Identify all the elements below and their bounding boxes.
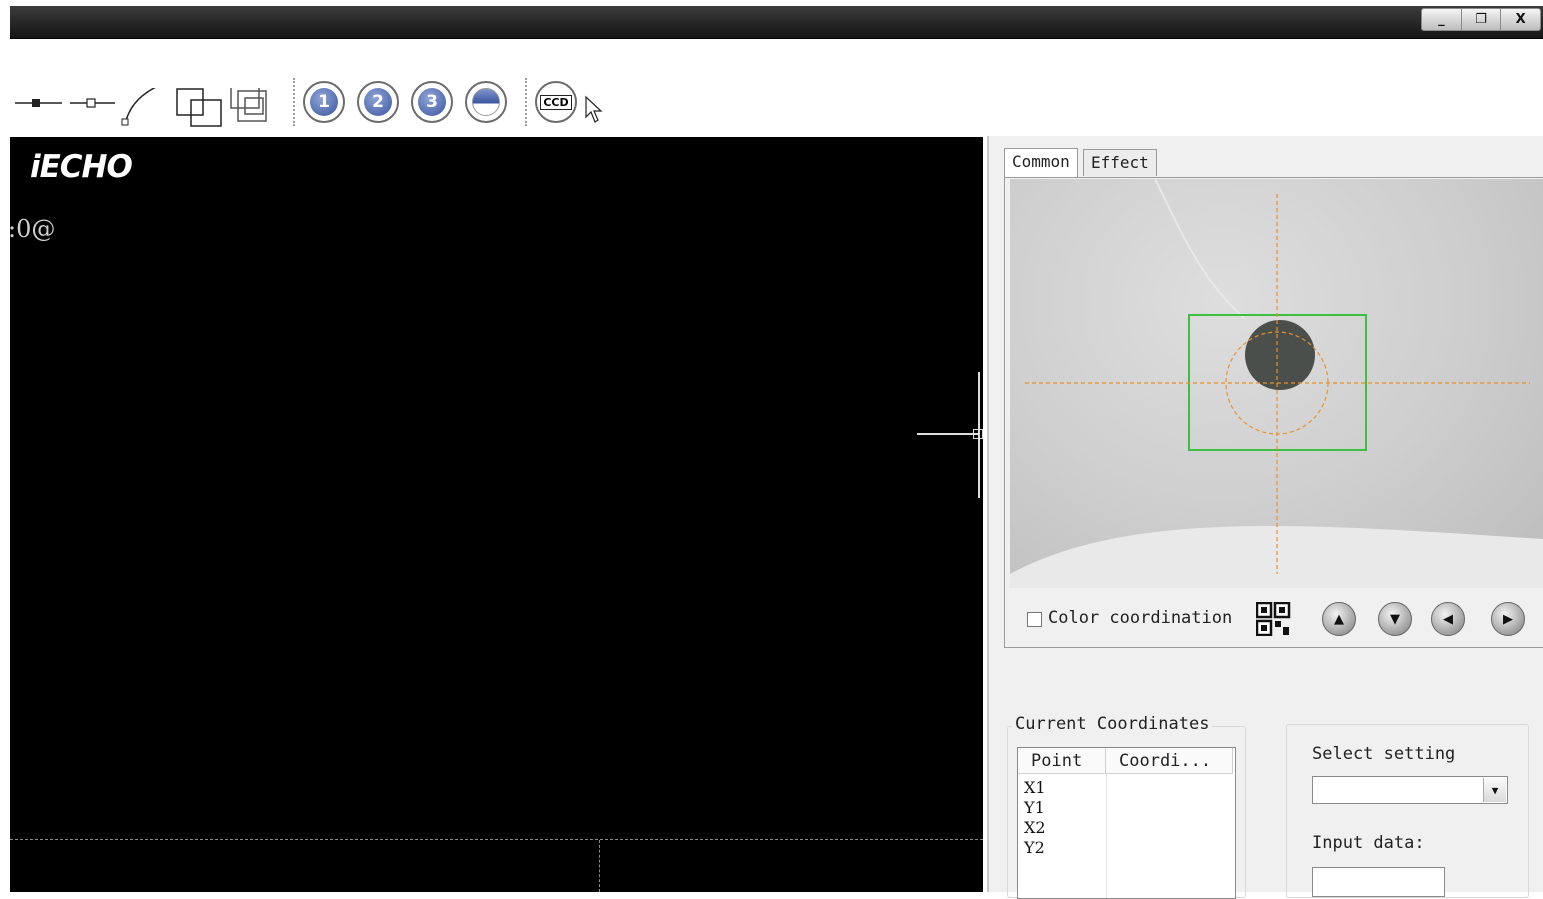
color-coordination-checkbox[interactable]: [1027, 612, 1042, 627]
restore-button[interactable]: ❐: [1462, 9, 1502, 30]
mark-point-3-button[interactable]: 3: [411, 81, 453, 123]
title-bar: _ ❐ X: [10, 6, 1543, 39]
move-down-button[interactable]: ▼: [1378, 602, 1412, 636]
chevron-down-icon[interactable]: ▼: [1483, 778, 1506, 802]
curve-icon[interactable]: [121, 88, 164, 126]
camera-panel: Common Effect Color coordination ▲ ▼ ◀ ▶…: [987, 136, 1543, 899]
drawing-canvas[interactable]: iECHO :0@: [8, 137, 983, 892]
nested-shape-icon[interactable]: [230, 88, 267, 122]
right-arrow-icon: ▶: [1503, 611, 1513, 627]
qr-code-icon[interactable]: [1256, 602, 1292, 636]
number-1-icon: 1: [310, 88, 338, 116]
close-button[interactable]: X: [1501, 9, 1540, 30]
select-setting-label: Select setting: [1312, 744, 1456, 764]
color-coordination-label: Color coordination: [1048, 608, 1233, 628]
command-text: :0@: [8, 215, 56, 243]
line-solid-node-icon[interactable]: [15, 99, 62, 107]
tab-common[interactable]: Common: [1004, 148, 1078, 177]
table-row[interactable]: Y2: [1018, 838, 1045, 858]
ccd-button[interactable]: CCD: [535, 81, 577, 123]
coordinates-table[interactable]: Point Coordi... X1 Y1 X2 Y2: [1017, 747, 1236, 899]
canvas-crosshair: [917, 433, 980, 435]
union-shape-icon[interactable]: [176, 88, 222, 127]
canvas-crosshair-box: [973, 429, 983, 439]
move-left-button[interactable]: ◀: [1431, 602, 1465, 636]
move-up-button[interactable]: ▲: [1322, 602, 1356, 636]
mark-circle-button[interactable]: [465, 81, 507, 123]
camera-overlay: [1010, 179, 1543, 588]
mark-point-2-button[interactable]: 2: [357, 81, 399, 123]
up-arrow-icon: ▲: [1334, 611, 1344, 627]
drawing-tools: [15, 88, 267, 127]
current-coordinates-title: Current Coordinates: [1012, 714, 1213, 734]
column-header-point[interactable]: Point: [1018, 748, 1106, 774]
column-divider: [1106, 774, 1107, 898]
mouse-cursor-icon: [585, 95, 603, 123]
toolbar-separator: [293, 78, 295, 126]
left-arrow-icon: ◀: [1443, 611, 1453, 627]
move-right-button[interactable]: ▶: [1491, 602, 1525, 636]
input-data-field[interactable]: [1312, 867, 1445, 897]
dome-icon: [472, 88, 500, 116]
input-data-label: Input data:: [1312, 833, 1425, 853]
down-arrow-icon: ▼: [1390, 611, 1400, 627]
mark-point-1-button[interactable]: 1: [303, 81, 345, 123]
tab-effect[interactable]: Effect: [1083, 149, 1157, 176]
tab-pane-common: Color coordination ▲ ▼ ◀ ▶: [1004, 177, 1543, 648]
table-row[interactable]: X2: [1018, 818, 1046, 838]
window-controls: _ ❐ X: [1421, 8, 1541, 31]
number-3-icon: 3: [418, 88, 446, 116]
canvas-guide-vertical: [599, 840, 600, 892]
camera-view: [1010, 179, 1543, 588]
number-2-icon: 2: [364, 88, 392, 116]
canvas-guide-horizontal: [10, 839, 983, 840]
table-row[interactable]: Y1: [1018, 798, 1045, 818]
ccd-label: CCD: [540, 94, 572, 110]
line-hollow-node-icon[interactable]: [70, 98, 115, 108]
iecho-logo: iECHO: [30, 149, 133, 185]
minimize-button[interactable]: _: [1422, 9, 1462, 30]
column-header-coordinate[interactable]: Coordi...: [1106, 748, 1233, 774]
select-setting-dropdown[interactable]: ▼: [1312, 776, 1508, 804]
table-row[interactable]: X1: [1018, 778, 1046, 798]
toolbar-separator: [525, 78, 527, 126]
